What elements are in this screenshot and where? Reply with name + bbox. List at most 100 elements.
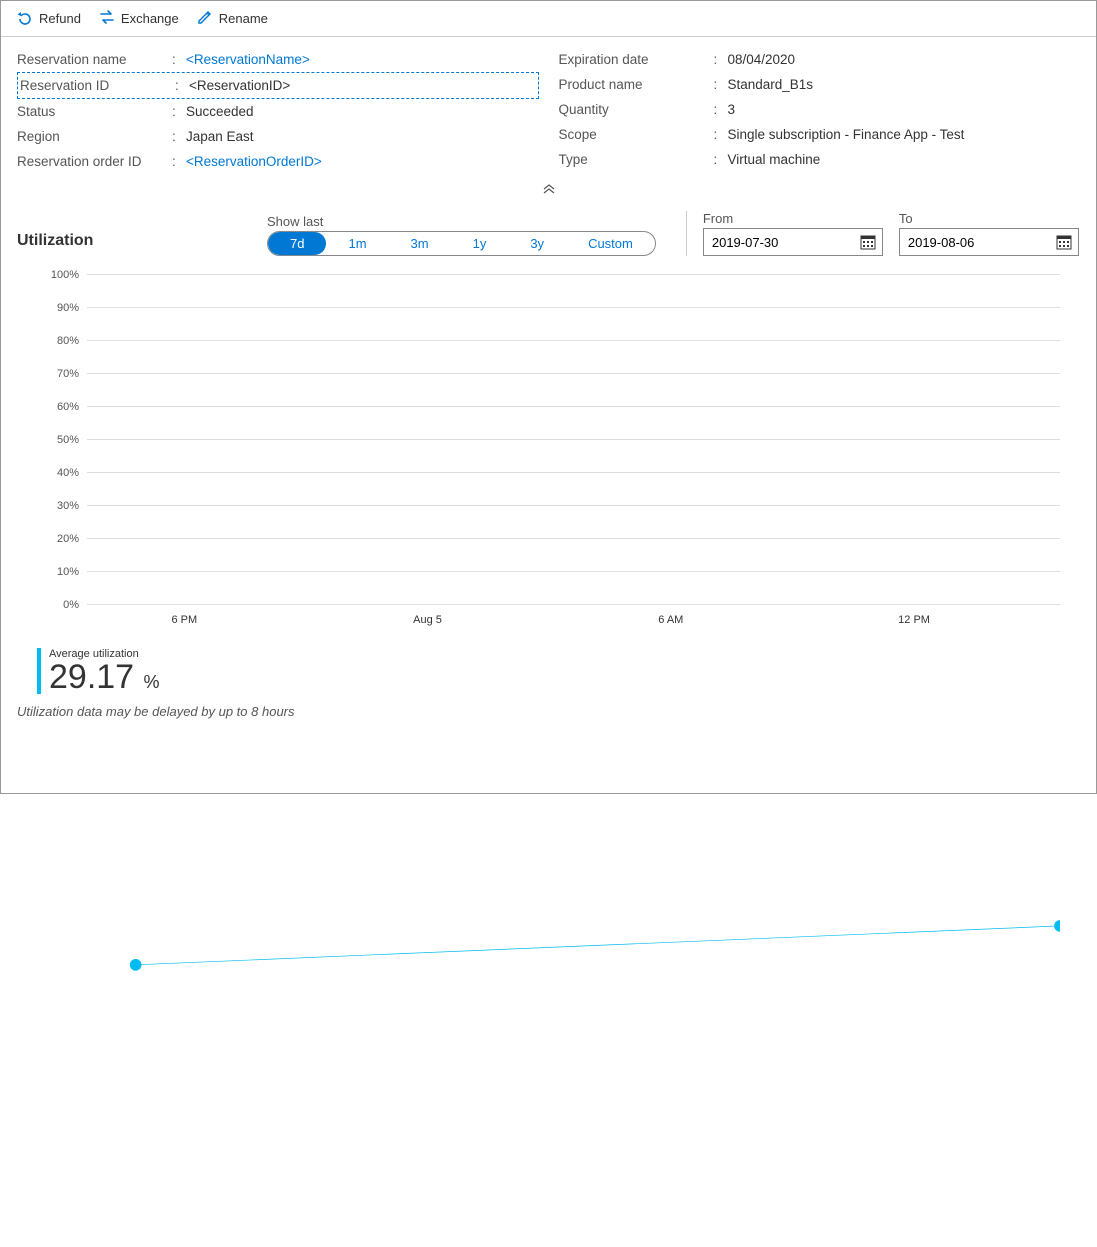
from-date-input[interactable] xyxy=(712,235,842,250)
utilization-footer-note: Utilization data may be delayed by up to… xyxy=(17,704,1080,725)
details-label: Expiration date xyxy=(559,52,714,67)
time-range-selector: 7d1m3m1y3yCustom xyxy=(267,231,656,256)
details-value: Virtual machine xyxy=(728,152,821,167)
details-row: Reservation ID:<ReservationID> xyxy=(17,72,539,99)
toolbar: Refund Exchange Rename xyxy=(1,1,1096,37)
refund-label: Refund xyxy=(39,11,81,26)
utilization-header: Utilization Show last 7d1m3m1y3yCustom F… xyxy=(17,211,1080,256)
details-label: Type xyxy=(559,152,714,167)
details-row: Expiration date:08/04/2020 xyxy=(559,47,1081,72)
details-value: 3 xyxy=(728,102,736,117)
chart-y-tick: 60% xyxy=(57,401,87,413)
range-option-1m[interactable]: 1m xyxy=(326,232,388,255)
details-value: Succeeded xyxy=(186,104,254,119)
rename-button[interactable]: Rename xyxy=(197,9,268,28)
utilization-chart: 0% 10% 20% 30% 40% 50% 60% 70% 80% 90% 100% 6 PM Aug… xyxy=(17,274,1080,634)
from-date-col: From xyxy=(703,211,883,256)
details-value[interactable]: <ReservationName> xyxy=(186,52,310,67)
details-left-column: Reservation name:<ReservationName>Reserv… xyxy=(17,47,539,174)
chart-x-tick: Aug 5 xyxy=(413,614,442,626)
average-utilization: Average utilization 29.17 % xyxy=(37,648,160,694)
details-row: Product name:Standard_B1s xyxy=(559,72,1081,97)
details-label: Region xyxy=(17,129,172,144)
chart-y-tick: 20% xyxy=(57,533,87,545)
details-right-column: Expiration date:08/04/2020Product name:S… xyxy=(559,47,1081,174)
details-label: Status xyxy=(17,104,172,119)
chart-y-tick: 50% xyxy=(57,434,87,446)
chart-line-svg xyxy=(87,274,1060,1247)
range-option-custom[interactable]: Custom xyxy=(566,232,655,255)
details-value: Standard_B1s xyxy=(728,77,814,92)
chart-y-tick: 30% xyxy=(57,500,87,512)
show-last-control: Show last 7d1m3m1y3yCustom xyxy=(267,214,656,256)
details-row: Reservation name:<ReservationName> xyxy=(17,47,539,72)
chart-y-tick: 10% xyxy=(57,566,87,578)
rename-label: Rename xyxy=(219,11,268,26)
details-row: Status:Succeeded xyxy=(17,99,539,124)
date-range-group: From To xyxy=(686,211,1079,256)
chart-x-tick: 6 PM xyxy=(171,614,197,626)
show-last-label: Show last xyxy=(267,214,656,231)
from-date-input-wrap[interactable] xyxy=(703,228,883,256)
refund-button[interactable]: Refund xyxy=(17,9,81,28)
chart-x-tick: 6 AM xyxy=(658,614,683,626)
details-value: Single subscription - Finance App - Test xyxy=(728,127,965,142)
details-row: Scope:Single subscription - Finance App … xyxy=(559,122,1081,147)
details-value: Japan East xyxy=(186,129,254,144)
chart-gridline: 80% xyxy=(87,340,1060,341)
details-row: Reservation order ID:<ReservationOrderID… xyxy=(17,149,539,174)
chart-gridline: 30% xyxy=(87,505,1060,506)
chart-y-tick: 70% xyxy=(57,368,87,380)
details-panel: Reservation name:<ReservationName>Reserv… xyxy=(1,37,1096,182)
exchange-icon xyxy=(99,9,115,28)
calendar-icon[interactable] xyxy=(858,232,878,252)
utilization-section: Utilization Show last 7d1m3m1y3yCustom F… xyxy=(1,201,1096,735)
details-label: Reservation ID xyxy=(20,78,175,93)
chart-gridline: 40% xyxy=(87,472,1060,473)
details-row: Type:Virtual machine xyxy=(559,147,1081,172)
chart-y-tick: 100% xyxy=(51,269,87,281)
exchange-label: Exchange xyxy=(121,11,179,26)
chart-gridline: 60% xyxy=(87,406,1060,407)
details-row: Region:Japan East xyxy=(17,124,539,149)
chart-plot-area: 0%10%20%30%40%50%60%70%80%90%100%6 PMAug… xyxy=(87,274,1060,604)
chart-gridline: 100% xyxy=(87,274,1060,275)
range-option-3y[interactable]: 3y xyxy=(508,232,566,255)
details-row: Quantity:3 xyxy=(559,97,1081,122)
details-label: Reservation name xyxy=(17,52,172,67)
details-label: Quantity xyxy=(559,102,714,117)
chart-gridline: 70% xyxy=(87,373,1060,374)
chart-gridline: 90% xyxy=(87,307,1060,308)
edit-icon xyxy=(197,9,213,28)
details-value[interactable]: <ReservationOrderID> xyxy=(186,154,322,169)
undo-icon xyxy=(17,9,33,28)
average-value: 29.17 % xyxy=(49,660,160,694)
details-value: <ReservationID> xyxy=(189,78,290,93)
utilization-title: Utilization xyxy=(17,232,247,256)
calendar-icon[interactable] xyxy=(1054,232,1074,252)
chart-y-tick: 80% xyxy=(57,335,87,347)
range-option-3m[interactable]: 3m xyxy=(389,232,451,255)
chart-y-tick: 40% xyxy=(57,467,87,479)
chart-y-tick: 0% xyxy=(63,599,87,611)
details-value: 08/04/2020 xyxy=(728,52,796,67)
collapse-toggle[interactable] xyxy=(1,182,1096,201)
chart-gridline: 50% xyxy=(87,439,1060,440)
details-label: Reservation order ID xyxy=(17,154,172,169)
to-date-input-wrap[interactable] xyxy=(899,228,1079,256)
to-date-col: To xyxy=(899,211,1079,256)
exchange-button[interactable]: Exchange xyxy=(99,9,179,28)
to-date-input[interactable] xyxy=(908,235,1038,250)
to-label: To xyxy=(899,211,1079,228)
from-label: From xyxy=(703,211,883,228)
details-label: Scope xyxy=(559,127,714,142)
chart-gridline: 20% xyxy=(87,538,1060,539)
range-option-7d[interactable]: 7d xyxy=(268,232,326,255)
chart-gridline: 0% xyxy=(87,604,1060,605)
details-label: Product name xyxy=(559,77,714,92)
chart-gridline: 10% xyxy=(87,571,1060,572)
chart-x-tick: 12 PM xyxy=(898,614,930,626)
range-option-1y[interactable]: 1y xyxy=(451,232,509,255)
chart-y-tick: 90% xyxy=(57,302,87,314)
chevron-up-double-icon xyxy=(542,182,556,197)
